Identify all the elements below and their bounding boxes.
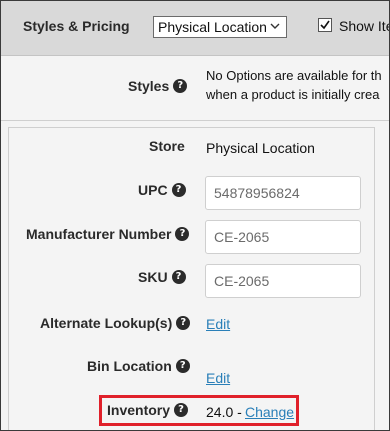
alternate-lookups-label-text: Alternate Lookup(s) [40,315,173,331]
bin-location-label: Bin Location ? [87,358,190,374]
divider [1,120,389,121]
bin-location-edit-link[interactable]: Edit [206,370,230,386]
help-icon[interactable]: ? [176,316,191,330]
alternate-lookups-label: Alternate Lookup(s) ? [40,315,191,331]
checkmark-icon [320,20,330,30]
styles-row: Styles ? No Options are available for th… [1,56,389,120]
upc-label-text: UPC [138,182,168,198]
section-title: Styles & Pricing [23,18,130,34]
help-icon[interactable]: ? [175,359,190,373]
styles-note-line1: No Options are available for th [206,68,382,83]
help-icon[interactable]: ? [175,227,190,241]
chevron-down-icon [270,23,280,29]
sku-input[interactable] [205,264,361,298]
styles-label: Styles ? [128,78,188,94]
sku-label-text: SKU [138,269,168,285]
styles-note-line2: when a product is initially crea [206,87,380,102]
details-panel-right-border [374,127,375,430]
show-items-label: Show Ite [339,18,390,34]
manufacturer-number-label: Manufacturer Number ? [26,226,190,242]
location-select[interactable]: Physical Location [153,16,287,38]
alternate-lookups-edit-link[interactable]: Edit [206,316,230,332]
manufacturer-number-input[interactable] [205,220,361,254]
location-select-value: Physical Location [158,19,267,35]
upc-input[interactable] [205,176,361,210]
styles-pricing-panel: Styles & Pricing Physical Location Show … [0,0,390,431]
section-header: Styles & Pricing Physical Location Show … [1,1,389,56]
manufacturer-number-label-text: Manufacturer Number [26,226,172,242]
help-icon[interactable]: ? [171,183,186,197]
store-label-text: Store [149,138,185,154]
bin-location-label-text: Bin Location [87,358,172,374]
store-value: Physical Location [206,140,315,156]
show-items-checkbox[interactable] [318,18,332,32]
upc-label: UPC ? [138,182,186,198]
highlight-box [99,395,299,426]
styles-label-text: Styles [128,78,170,94]
styles-note: No Options are available for th when a p… [206,66,389,104]
help-icon[interactable]: ? [173,79,188,93]
help-icon[interactable]: ? [171,270,186,284]
sku-label: SKU ? [138,269,186,285]
store-label: Store [149,138,185,154]
